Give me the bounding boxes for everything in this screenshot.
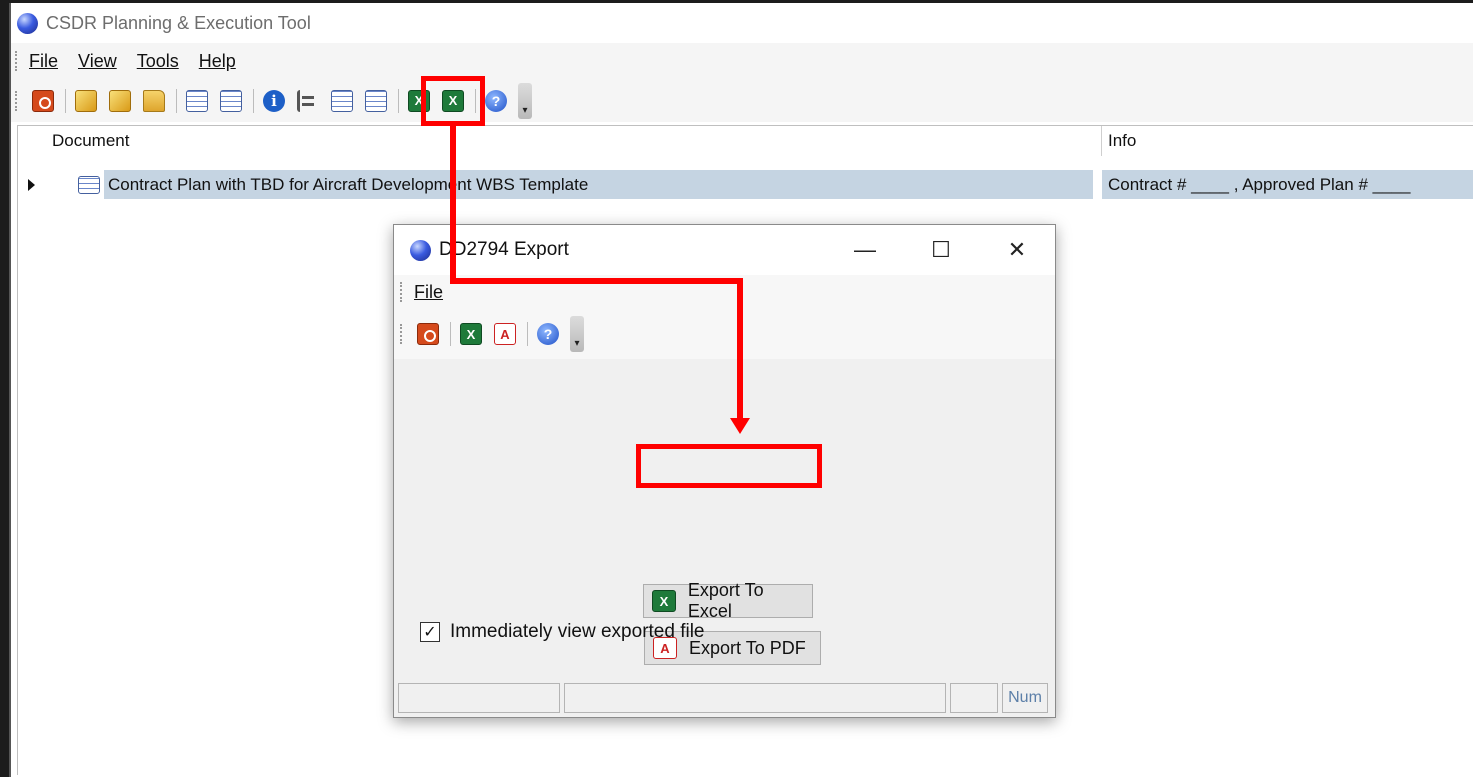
toolbar-grip[interactable]: [15, 90, 19, 111]
edit-doc-icon: [109, 89, 131, 112]
help-icon: ?: [485, 89, 507, 112]
excel-icon: X: [460, 323, 482, 345]
row-selector-icon: [28, 178, 35, 191]
status-cell: [564, 683, 946, 713]
toolbar-separator: [176, 88, 177, 113]
menu-file[interactable]: File: [29, 51, 58, 72]
help-icon: ?: [537, 323, 559, 345]
maximize-button[interactable]: ☐: [903, 225, 979, 275]
info-icon: i: [263, 89, 285, 112]
help-button[interactable]: ?: [482, 87, 510, 115]
dialog-menu-grip[interactable]: [400, 282, 404, 302]
info-button[interactable]: i: [260, 87, 288, 115]
dialog-title: DD2794 Export: [439, 239, 569, 260]
dialog-toolbar: X A ? ▾: [394, 309, 1055, 359]
status-num: Num: [1002, 683, 1048, 713]
export-to-excel-label: Export To Excel: [687, 580, 764, 621]
minimize-button[interactable]: —: [827, 225, 903, 275]
dialog-toolbar-grip[interactable]: [400, 324, 404, 344]
pdf-icon: A: [494, 323, 516, 345]
dialog-globe-icon: [410, 239, 431, 261]
excel-icon: X: [442, 89, 464, 112]
column-header-document[interactable]: Document: [52, 131, 129, 151]
column-header-info[interactable]: Info: [1108, 131, 1136, 151]
export-dd2794-button[interactable]: X: [405, 87, 433, 115]
tree-icon: [297, 89, 319, 112]
app-globe-icon: [17, 12, 38, 34]
view-exported-label: Immediately view exported file: [450, 621, 705, 642]
column-divider[interactable]: [1101, 126, 1102, 156]
close-button[interactable]: ✕: [979, 225, 1055, 275]
toolbar-separator: [398, 88, 399, 113]
open-button[interactable]: [140, 87, 168, 115]
export-dialog: DD2794 Export — ☐ ✕ File X A ? ▾ X Expor…: [393, 224, 1056, 718]
view-exported-file-option[interactable]: ✓ Immediately view exported file: [420, 621, 705, 643]
status-cell: [950, 683, 998, 713]
status-cell: [398, 683, 560, 713]
menu-help[interactable]: Help: [199, 51, 236, 72]
stop-button[interactable]: [29, 87, 57, 115]
export-excel-icon: X: [408, 89, 430, 112]
dialog-menu-file[interactable]: File: [414, 282, 443, 303]
annotation-arrow-icon: [730, 418, 750, 434]
table-button[interactable]: [328, 87, 356, 115]
menu-view[interactable]: View: [78, 51, 117, 72]
table-alt-icon: [365, 89, 387, 112]
import-alt-button[interactable]: [217, 87, 245, 115]
new-doc-icon: [75, 89, 97, 112]
dialog-excel-button[interactable]: X: [457, 320, 485, 348]
grid-header: Document Info: [18, 126, 1473, 156]
excel-button[interactable]: X: [439, 87, 467, 115]
title-bar: CSDR Planning & Execution Tool: [11, 3, 1473, 43]
main-toolbar: i X X ? ▾: [11, 79, 1473, 122]
table-row[interactable]: Contract Plan with TBD for Aircraft Deve…: [18, 170, 1473, 199]
dialog-pdf-button[interactable]: A: [491, 320, 519, 348]
dialog-title-bar: DD2794 Export — ☐ ✕: [394, 225, 1055, 275]
table-icon: [331, 89, 353, 112]
toolbar-overflow-button[interactable]: ▾: [518, 82, 532, 119]
excel-icon: X: [652, 590, 676, 612]
open-folder-icon: [143, 89, 165, 112]
import-icon: [186, 89, 208, 112]
menu-bar: File View Tools Help: [11, 43, 1473, 79]
tree-button[interactable]: [294, 87, 322, 115]
stop-icon: [417, 323, 439, 345]
dialog-stop-button[interactable]: [414, 320, 442, 348]
stop-icon: [32, 89, 54, 112]
window-controls: — ☐ ✕: [827, 225, 1055, 275]
document-table-icon: [78, 175, 100, 194]
toolbar-separator: [253, 88, 254, 113]
toolbar-separator: [475, 88, 476, 113]
import-alt-icon: [220, 89, 242, 112]
dialog-toolbar-overflow-button[interactable]: ▾: [570, 316, 584, 352]
toolbar-separator: [527, 322, 528, 346]
import-button[interactable]: [183, 87, 211, 115]
export-to-pdf-label: Export To PDF: [689, 637, 806, 658]
new-document-button[interactable]: [72, 87, 100, 115]
dialog-status-bar: Num: [398, 683, 1051, 713]
table-alt-button[interactable]: [362, 87, 390, 115]
row-info-cell[interactable]: Contract # ____ , Approved Plan # ____: [1102, 170, 1473, 199]
menu-tools[interactable]: Tools: [137, 51, 179, 72]
row-document-cell[interactable]: Contract Plan with TBD for Aircraft Deve…: [104, 170, 1093, 199]
export-to-excel-button[interactable]: X Export To Excel: [643, 580, 813, 621]
window-title: CSDR Planning & Execution Tool: [46, 12, 311, 33]
view-exported-checkbox[interactable]: ✓: [420, 622, 440, 642]
toolbar-separator: [65, 88, 66, 113]
edit-document-button[interactable]: [106, 87, 134, 115]
menu-grip[interactable]: [15, 51, 19, 71]
dialog-menu-bar: File: [394, 275, 1055, 309]
toolbar-separator: [450, 322, 451, 346]
dialog-help-button[interactable]: ?: [534, 320, 562, 348]
